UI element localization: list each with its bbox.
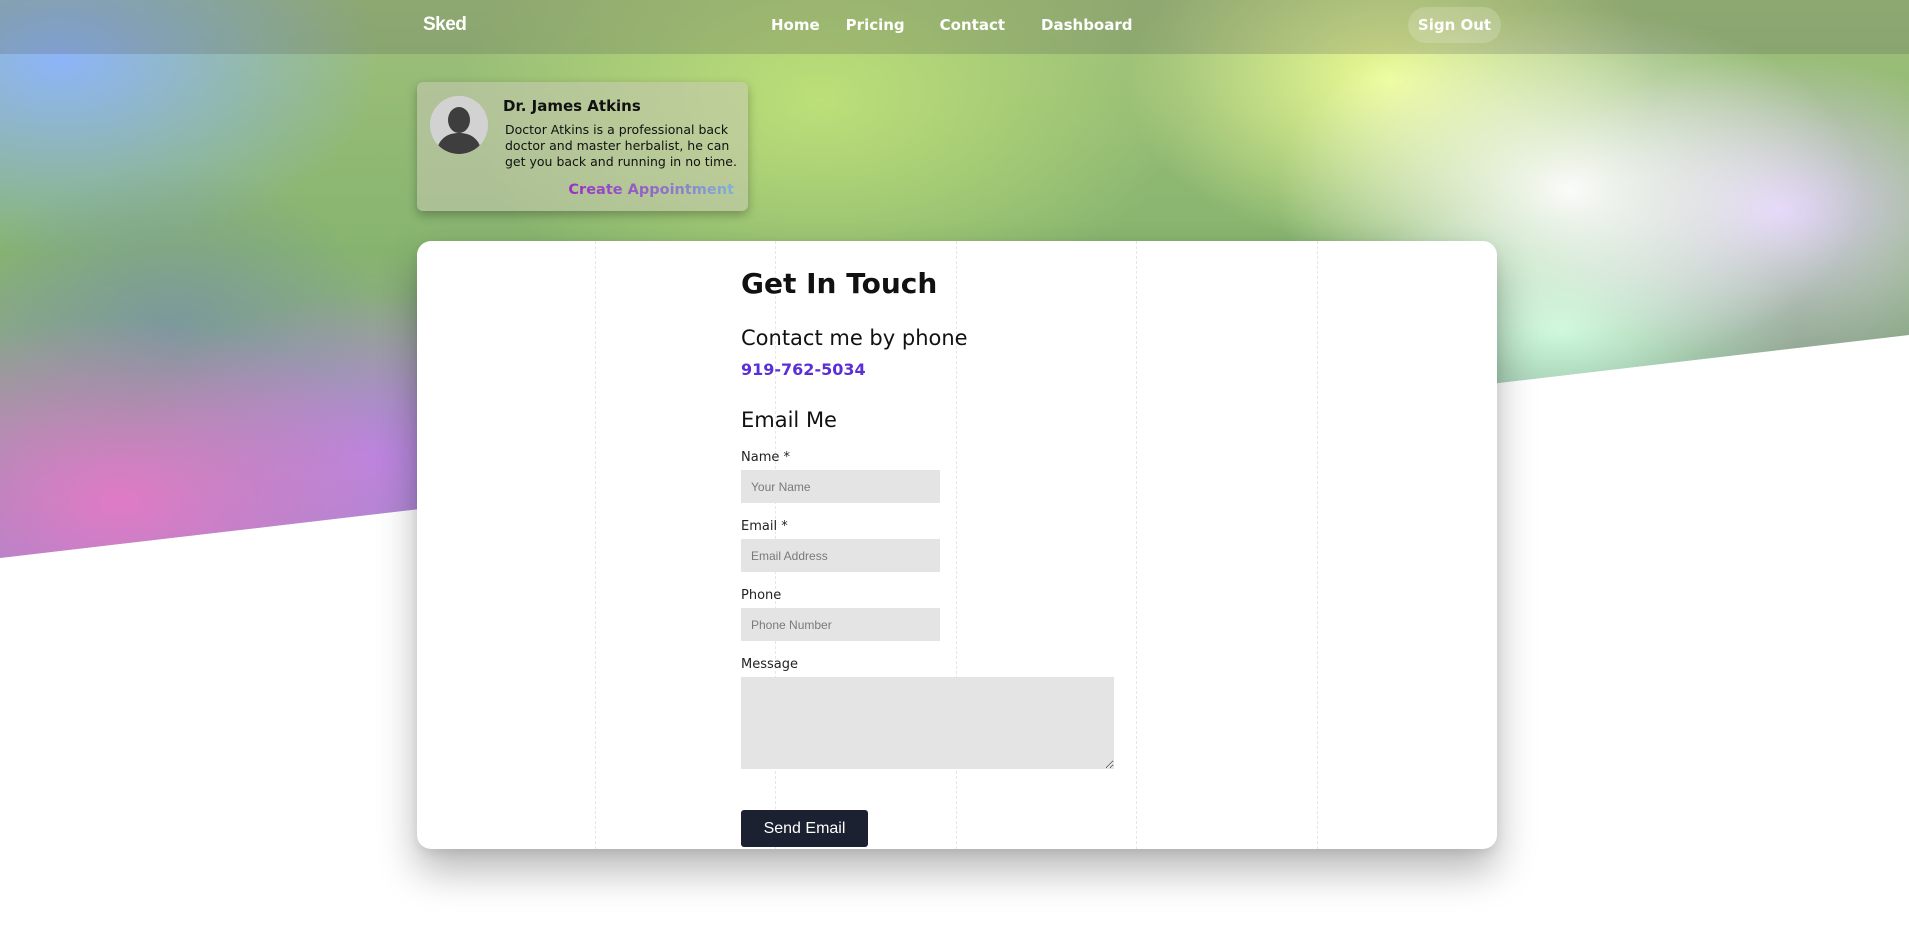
doctor-profile-card: Dr. James Atkins Doctor Atkins is a prof… <box>417 82 748 211</box>
name-label: Name * <box>741 450 790 465</box>
page-title: Get In Touch <box>741 267 938 300</box>
doctor-bio: Doctor Atkins is a professional back doc… <box>505 122 737 169</box>
create-appointment-link[interactable]: Create Appointment <box>568 182 734 198</box>
page: Sked Home Pricing Contact Dashboard Sign… <box>0 0 1909 929</box>
nav-contact-link[interactable]: Contact <box>940 16 1005 34</box>
nav-dashboard-link[interactable]: Dashboard <box>1041 16 1132 34</box>
phone-number-link[interactable]: 919-762-5034 <box>741 360 866 379</box>
message-label: Message <box>741 657 798 672</box>
send-email-button[interactable]: Send Email <box>741 810 868 847</box>
grid-guide-line <box>595 241 596 849</box>
sign-out-button[interactable]: Sign Out <box>1408 7 1501 43</box>
nav-pricing-link[interactable]: Pricing <box>846 16 905 34</box>
avatar-icon <box>430 96 488 154</box>
grid-guide-line <box>1136 241 1137 849</box>
email-field[interactable] <box>741 539 940 572</box>
grid-guide-line <box>1317 241 1318 849</box>
contact-content: Get In Touch Contact me by phone 919-762… <box>741 267 1121 847</box>
top-navbar: Sked Home Pricing Contact Dashboard Sign… <box>0 0 1909 54</box>
brand-logo[interactable]: Sked <box>423 14 467 36</box>
phone-field[interactable] <box>741 608 940 641</box>
contact-card: Get In Touch Contact me by phone 919-762… <box>417 241 1497 849</box>
doctor-name: Dr. James Atkins <box>503 97 641 115</box>
name-field[interactable] <box>741 470 940 503</box>
phone-label: Phone <box>741 588 782 603</box>
nav-home-link[interactable]: Home <box>771 16 820 34</box>
email-label: Email * <box>741 519 788 534</box>
message-field[interactable] <box>741 677 1114 769</box>
phone-heading: Contact me by phone <box>741 326 968 350</box>
email-heading: Email Me <box>741 408 837 432</box>
nav-links: Home Pricing Contact Dashboard <box>771 16 1133 34</box>
